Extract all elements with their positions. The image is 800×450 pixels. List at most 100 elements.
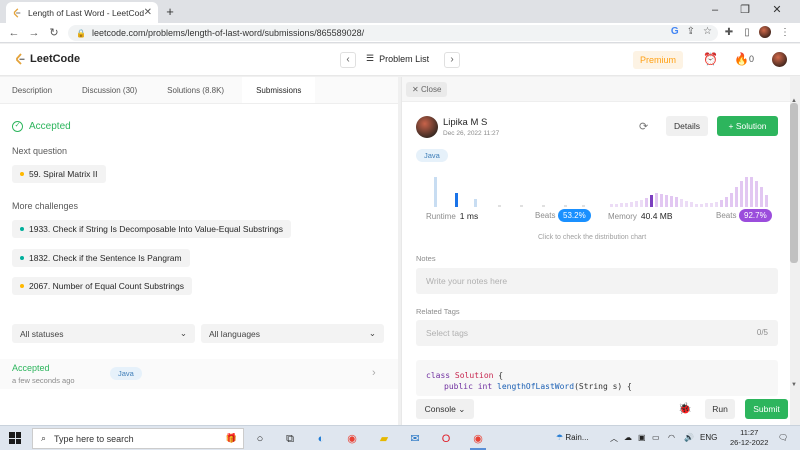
streak-count: 0 — [749, 54, 755, 64]
runtime-bar — [474, 199, 477, 207]
edge-icon[interactable]: ◐ — [313, 431, 329, 447]
streak-fire-icon[interactable]: 🔥 — [734, 52, 749, 66]
notes-label: Notes — [416, 254, 436, 263]
tray-cloud-icon[interactable]: ☁ — [624, 433, 632, 442]
next-question-chip[interactable]: 59. Spiral Matrix II — [12, 165, 106, 183]
next-problem-button[interactable]: › — [444, 52, 460, 68]
runtime-bar-current — [455, 193, 458, 207]
tray-display-icon[interactable]: ▭ — [652, 433, 660, 442]
browser-tab-bar: Length of Last Word - LeetCode ✕ + – ❐ ✕ — [0, 0, 800, 23]
prev-problem-button[interactable]: ‹ — [340, 52, 356, 68]
plus-icon: + — [728, 121, 734, 131]
challenge-chip[interactable]: 2067. Number of Equal Count Substrings — [12, 277, 192, 295]
code-viewer[interactable]: class Solution { public int lengthOfLast… — [416, 360, 778, 396]
chevron-right-icon: › — [372, 367, 376, 379]
scroll-down-icon[interactable]: ▼ — [790, 382, 798, 388]
next-question-text: 59. Spiral Matrix II — [29, 169, 98, 179]
share-icon[interactable]: ⇪ — [687, 26, 695, 37]
cortana-icon[interactable]: ○ — [252, 431, 268, 447]
close-button[interactable]: ✕ Close — [406, 82, 448, 97]
taskbar-search-input[interactable]: ⌕ Type here to search 🎁 — [32, 428, 244, 449]
lock-icon[interactable]: 🔒 — [76, 29, 86, 38]
run-button[interactable]: Run — [705, 399, 735, 419]
tags-count: 0/5 — [756, 328, 768, 337]
submit-button[interactable]: Submit — [745, 399, 788, 419]
reload-icon[interactable]: ↻ — [46, 25, 62, 41]
distribution-chart[interactable] — [424, 173, 774, 207]
difficulty-easy-dot — [20, 256, 24, 260]
challenge-text: 2067. Number of Equal Count Substrings — [29, 281, 184, 291]
window-close-icon[interactable]: ✕ — [762, 0, 792, 23]
details-button[interactable]: Details — [666, 116, 708, 136]
back-icon[interactable]: ← — [6, 25, 22, 41]
chrome-active-icon[interactable]: ◉ — [470, 431, 486, 447]
status-filter-select[interactable]: All statuses ⌄ — [12, 324, 195, 343]
new-tab-icon[interactable]: + — [162, 4, 178, 20]
distribution-note[interactable]: Click to check the distribution chart — [538, 234, 646, 241]
tab-submissions[interactable]: Submissions — [242, 77, 316, 103]
tray-volume-icon[interactable]: 🔊 — [684, 433, 694, 442]
more-challenges-label: More challenges — [12, 201, 79, 211]
tray-language[interactable]: ENG — [700, 433, 717, 442]
tab-solutions[interactable]: Solutions (8.8K) — [155, 77, 236, 103]
tray-app-icon[interactable]: ▣ — [638, 433, 646, 442]
bookmark-star-icon[interactable]: ☆ — [703, 26, 712, 37]
tray-wifi-icon[interactable]: ◠ — [668, 433, 675, 442]
runtime-beats-badge: 53.2% — [558, 209, 591, 222]
difficulty-easy-dot — [20, 227, 24, 231]
menu-kebab-icon[interactable]: ⋮ — [778, 26, 792, 40]
next-question-label: Next question — [12, 146, 68, 156]
premium-button[interactable]: Premium — [633, 51, 683, 69]
weather-widget[interactable]: ☂ Rain... — [556, 433, 589, 442]
tags-placeholder: Select tags — [426, 328, 469, 338]
clock-date: 26-12-2022 — [730, 438, 769, 447]
forward-icon[interactable]: → — [26, 25, 42, 41]
tray-chevron-up-icon[interactable]: ︿ — [610, 433, 618, 444]
windows-start-icon[interactable] — [9, 432, 21, 444]
taskbar-clock[interactable]: 11:27 26-12-2022 — [730, 428, 768, 448]
debug-bug-icon[interactable]: 🐞 — [678, 402, 692, 415]
problem-list-label: Problem List — [379, 53, 430, 64]
submitter-avatar[interactable] — [416, 116, 438, 138]
url-bar[interactable]: 🔒 leetcode.com/problems/length-of-last-w… — [68, 25, 718, 41]
submission-row[interactable]: Accepted a few seconds ago Java › — [0, 359, 398, 389]
runtime-bar — [542, 205, 545, 207]
profile-avatar[interactable] — [758, 26, 772, 40]
user-avatar[interactable] — [772, 52, 787, 70]
restore-icon[interactable]: ❐ — [730, 0, 760, 23]
url-text: leetcode.com/problems/length-of-last-wor… — [91, 28, 365, 38]
tags-select[interactable]: Select tags 0/5 — [416, 320, 778, 346]
accepted-heading: ✓ Accepted — [12, 121, 71, 132]
leetcode-logo[interactable]: LeetCode — [14, 53, 80, 65]
extensions-icon[interactable]: ✚ — [722, 26, 736, 40]
google-icon[interactable]: G — [671, 26, 679, 37]
language-filter-select[interactable]: All languages ⌄ — [201, 324, 384, 343]
solution-button[interactable]: + Solution — [717, 116, 778, 136]
side-panel-icon[interactable]: ▯ — [740, 26, 754, 40]
notifications-icon[interactable]: 🗨 — [778, 433, 788, 442]
minimize-icon[interactable]: – — [700, 0, 730, 23]
browser-tab[interactable]: Length of Last Word - LeetCode ✕ — [6, 2, 158, 23]
weather-rain-icon: ☂ — [556, 433, 564, 442]
console-button[interactable]: Console ⌄ — [416, 399, 474, 419]
problem-list-button[interactable]: ☰ Problem List — [366, 53, 429, 64]
alarm-clock-icon[interactable]: ⏰ — [703, 52, 718, 66]
challenge-chip[interactable]: 1832. Check if the Sentence Is Pangram — [12, 249, 190, 267]
challenge-chip[interactable]: 1933. Check if String Is Decomposable In… — [12, 220, 292, 238]
mail-icon[interactable]: ✉ — [407, 431, 423, 447]
runtime-bar — [434, 177, 437, 207]
logo-text: LeetCode — [30, 53, 81, 65]
scrollbar-thumb[interactable] — [790, 103, 798, 263]
tab-discussion[interactable]: Discussion (30) — [70, 77, 149, 103]
chrome-icon[interactable]: ◉ — [344, 431, 360, 447]
chevron-down-icon: ⌄ — [458, 404, 466, 414]
task-view-icon[interactable]: ⧉ — [282, 431, 298, 447]
runtime-label: Runtime — [426, 212, 456, 221]
opera-icon[interactable]: O — [438, 431, 454, 447]
share-link-icon[interactable]: ⟳ — [639, 120, 648, 133]
close-tab-icon[interactable]: ✕ — [144, 7, 152, 18]
tab-description[interactable]: Description — [0, 77, 64, 103]
notes-input[interactable]: Write your notes here — [416, 268, 778, 294]
file-explorer-icon[interactable]: ▰ — [376, 431, 392, 447]
weather-text: Rain... — [565, 433, 589, 442]
